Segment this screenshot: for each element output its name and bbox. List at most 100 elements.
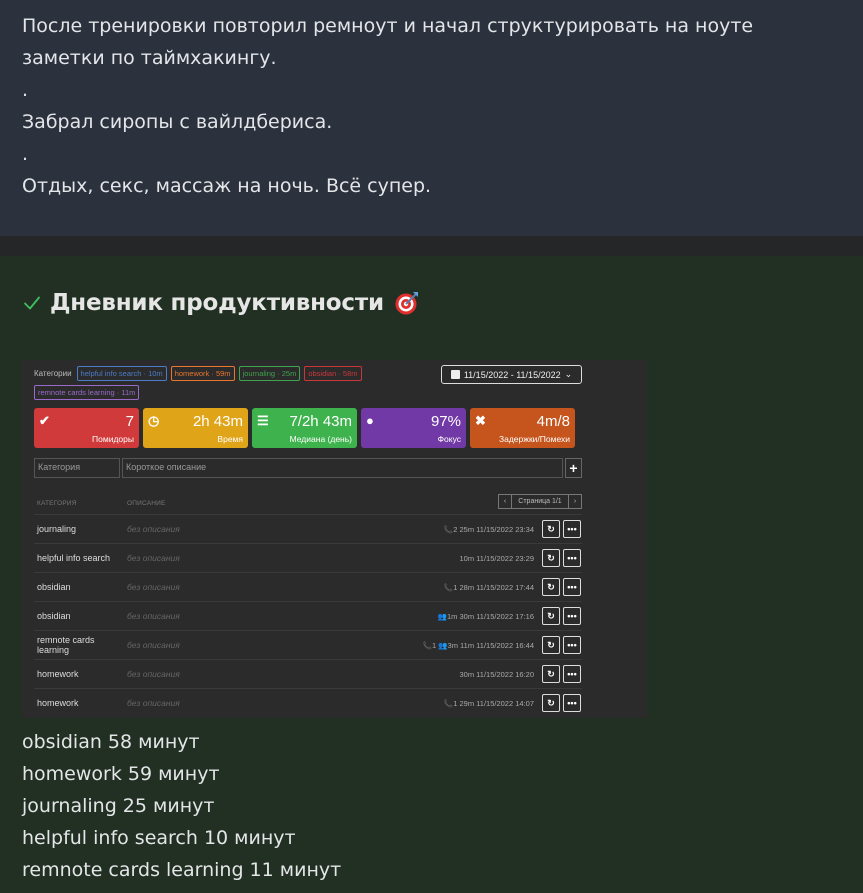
row-meta: 👥1m 30m 11/15/2022 17:16 bbox=[437, 611, 534, 621]
embedded-screenshot: Категории helpful info search · 10m home… bbox=[22, 360, 647, 718]
category-chip[interactable]: helpful info search · 10m bbox=[76, 366, 167, 381]
chevron-down-icon: ⌄ bbox=[564, 369, 573, 379]
row-category: obsidian bbox=[37, 611, 71, 621]
list-icon: ☰ bbox=[257, 413, 269, 428]
stat-value: 7 bbox=[125, 413, 134, 430]
row-description: без описания bbox=[127, 582, 180, 592]
row-category: remnote cards learning bbox=[37, 635, 95, 655]
more-options-button[interactable]: ••• bbox=[563, 549, 581, 567]
target-icon bbox=[395, 292, 418, 315]
summary-line: homework 59 минут bbox=[22, 763, 220, 785]
row-meta: 30m 11/15/2022 16:20 bbox=[459, 669, 534, 679]
summary-list: obsidian 58 минут homework 59 минут jour… bbox=[22, 726, 341, 886]
table-row: remnote cards learning без описания 📞1 👥… bbox=[34, 630, 582, 659]
column-header-description: ОПИСАНИЕ bbox=[127, 500, 166, 507]
stat-interruptions: ✖ 4m/8 Задержки/Помехи bbox=[470, 408, 575, 448]
table-row: homework без описания 📞1 29m 11/15/2022 … bbox=[34, 688, 582, 717]
pagination: ‹ Страница 1/1 › bbox=[498, 494, 582, 509]
note-line: Отдых, секс, массаж на ночь. Всё супер. bbox=[22, 175, 432, 197]
stat-label: Фокус bbox=[437, 434, 461, 444]
stat-label: Время bbox=[217, 434, 243, 444]
stat-focus: ● 97% Фокус bbox=[361, 408, 466, 448]
check-circle-icon: ✔ bbox=[39, 413, 50, 428]
category-input[interactable]: Категория bbox=[34, 458, 120, 478]
table-row: obsidian без описания 📞1 28m 11/15/2022 … bbox=[34, 572, 582, 601]
next-page-button[interactable]: › bbox=[568, 494, 582, 509]
stats-row: ✔ 7 Помидоры ◷ 2h 43m Время ☰ 7/2h 43m М… bbox=[34, 408, 575, 448]
table-row: obsidian без описания 👥1m 30m 11/15/2022… bbox=[34, 601, 582, 630]
row-description: без описания bbox=[127, 698, 180, 708]
note-line: . bbox=[22, 79, 29, 101]
more-options-button[interactable]: ••• bbox=[563, 694, 581, 712]
more-options-button[interactable]: ••• bbox=[563, 607, 581, 625]
prev-page-button[interactable]: ‹ bbox=[498, 494, 512, 509]
productivity-diary-section: Дневник продуктивности Категории helpful… bbox=[0, 256, 863, 893]
restart-button[interactable]: ↻ bbox=[542, 665, 560, 683]
row-category: helpful info search bbox=[37, 553, 111, 563]
stat-label: Медиана (день) bbox=[289, 434, 352, 444]
more-options-button[interactable]: ••• bbox=[563, 520, 581, 538]
restart-button[interactable]: ↻ bbox=[542, 607, 560, 625]
date-range-button[interactable]: 11/15/2022 - 11/15/2022 ⌄ bbox=[441, 365, 582, 384]
table-row: journaling без описания 📞2 25m 11/15/202… bbox=[34, 514, 582, 543]
stat-value: 4m/8 bbox=[536, 413, 570, 430]
calendar-icon bbox=[450, 370, 460, 379]
diary-heading: Дневник продуктивности bbox=[22, 290, 420, 316]
row-meta: 📞2 25m 11/15/2022 23:34 bbox=[443, 524, 534, 534]
stat-tomatoes: ✔ 7 Помидоры bbox=[34, 408, 139, 448]
add-entry-row: Категория Короткое описание + bbox=[34, 458, 582, 478]
category-chips: Категории helpful info search · 10m home… bbox=[34, 366, 434, 400]
more-options-button[interactable]: ••• bbox=[563, 665, 581, 683]
note-line: Забрал сиропы с вайлдбериса. bbox=[22, 111, 333, 133]
stat-value: 7/2h 43m bbox=[289, 413, 352, 430]
restart-button[interactable]: ↻ bbox=[542, 549, 560, 567]
summary-line: journaling 25 минут bbox=[22, 795, 215, 817]
category-chip[interactable]: remnote cards learning · 11m bbox=[34, 385, 140, 400]
row-description: без описания bbox=[127, 611, 180, 621]
row-meta: 📞1 28m 11/15/2022 17:44 bbox=[443, 582, 534, 592]
row-meta: 📞1 29m 11/15/2022 14:07 bbox=[443, 698, 534, 708]
stat-label: Помидоры bbox=[92, 434, 134, 444]
divider bbox=[0, 236, 863, 256]
restart-button[interactable]: ↻ bbox=[542, 636, 560, 654]
row-description: без описания bbox=[127, 524, 180, 534]
stat-time: ◷ 2h 43m Время bbox=[143, 408, 248, 448]
summary-line: helpful info search 10 минут bbox=[22, 827, 296, 849]
check-icon bbox=[24, 296, 40, 310]
bulb-icon: ● bbox=[366, 413, 374, 428]
date-range-text: 11/15/2022 - 11/15/2022 bbox=[463, 369, 561, 380]
categories-label: Категории bbox=[34, 369, 72, 378]
description-input[interactable]: Короткое описание bbox=[122, 458, 563, 478]
table-row: homework без описания 30m 11/15/2022 16:… bbox=[34, 659, 582, 688]
row-category: homework bbox=[37, 698, 79, 708]
note-block: После тренировки повторил ремноут и нача… bbox=[0, 0, 863, 236]
stat-value: 97% bbox=[430, 413, 461, 430]
diary-title: Дневник продуктивности bbox=[50, 290, 384, 316]
page-indicator: Страница 1/1 bbox=[512, 494, 568, 509]
summary-line: obsidian 58 минут bbox=[22, 731, 200, 753]
category-chip[interactable]: journaling · 25m bbox=[238, 366, 301, 381]
stat-median: ☰ 7/2h 43m Медиана (день) bbox=[252, 408, 357, 448]
restart-button[interactable]: ↻ bbox=[542, 520, 560, 538]
entries-table: journaling без описания 📞2 25m 11/15/202… bbox=[34, 514, 582, 717]
row-category: journaling bbox=[37, 524, 77, 534]
category-chip[interactable]: obsidian · 58m bbox=[304, 366, 362, 381]
row-meta: 📞1 👥3m 11m 11/15/2022 16:44 bbox=[422, 640, 534, 650]
row-category: obsidian bbox=[37, 582, 71, 592]
category-chip[interactable]: homework · 59m bbox=[170, 366, 235, 381]
stat-label: Задержки/Помехи bbox=[498, 434, 570, 444]
stat-value: 2h 43m bbox=[192, 413, 243, 430]
restart-button[interactable]: ↻ bbox=[542, 694, 560, 712]
row-meta: 10m 11/15/2022 23:29 bbox=[459, 553, 534, 563]
note-line: После тренировки повторил ремноут и нача… bbox=[22, 15, 754, 69]
more-options-button[interactable]: ••• bbox=[563, 636, 581, 654]
note-line: . bbox=[22, 143, 29, 165]
row-description: без описания bbox=[127, 669, 180, 679]
table-row: helpful info search без описания 10m 11/… bbox=[34, 543, 582, 572]
restart-button[interactable]: ↻ bbox=[542, 578, 560, 596]
row-description: без описания bbox=[127, 553, 180, 563]
row-description: без описания bbox=[127, 640, 180, 650]
more-options-button[interactable]: ••• bbox=[563, 578, 581, 596]
column-header-category: КАТЕГОРИЯ bbox=[37, 500, 77, 507]
add-button[interactable]: + bbox=[565, 458, 582, 478]
